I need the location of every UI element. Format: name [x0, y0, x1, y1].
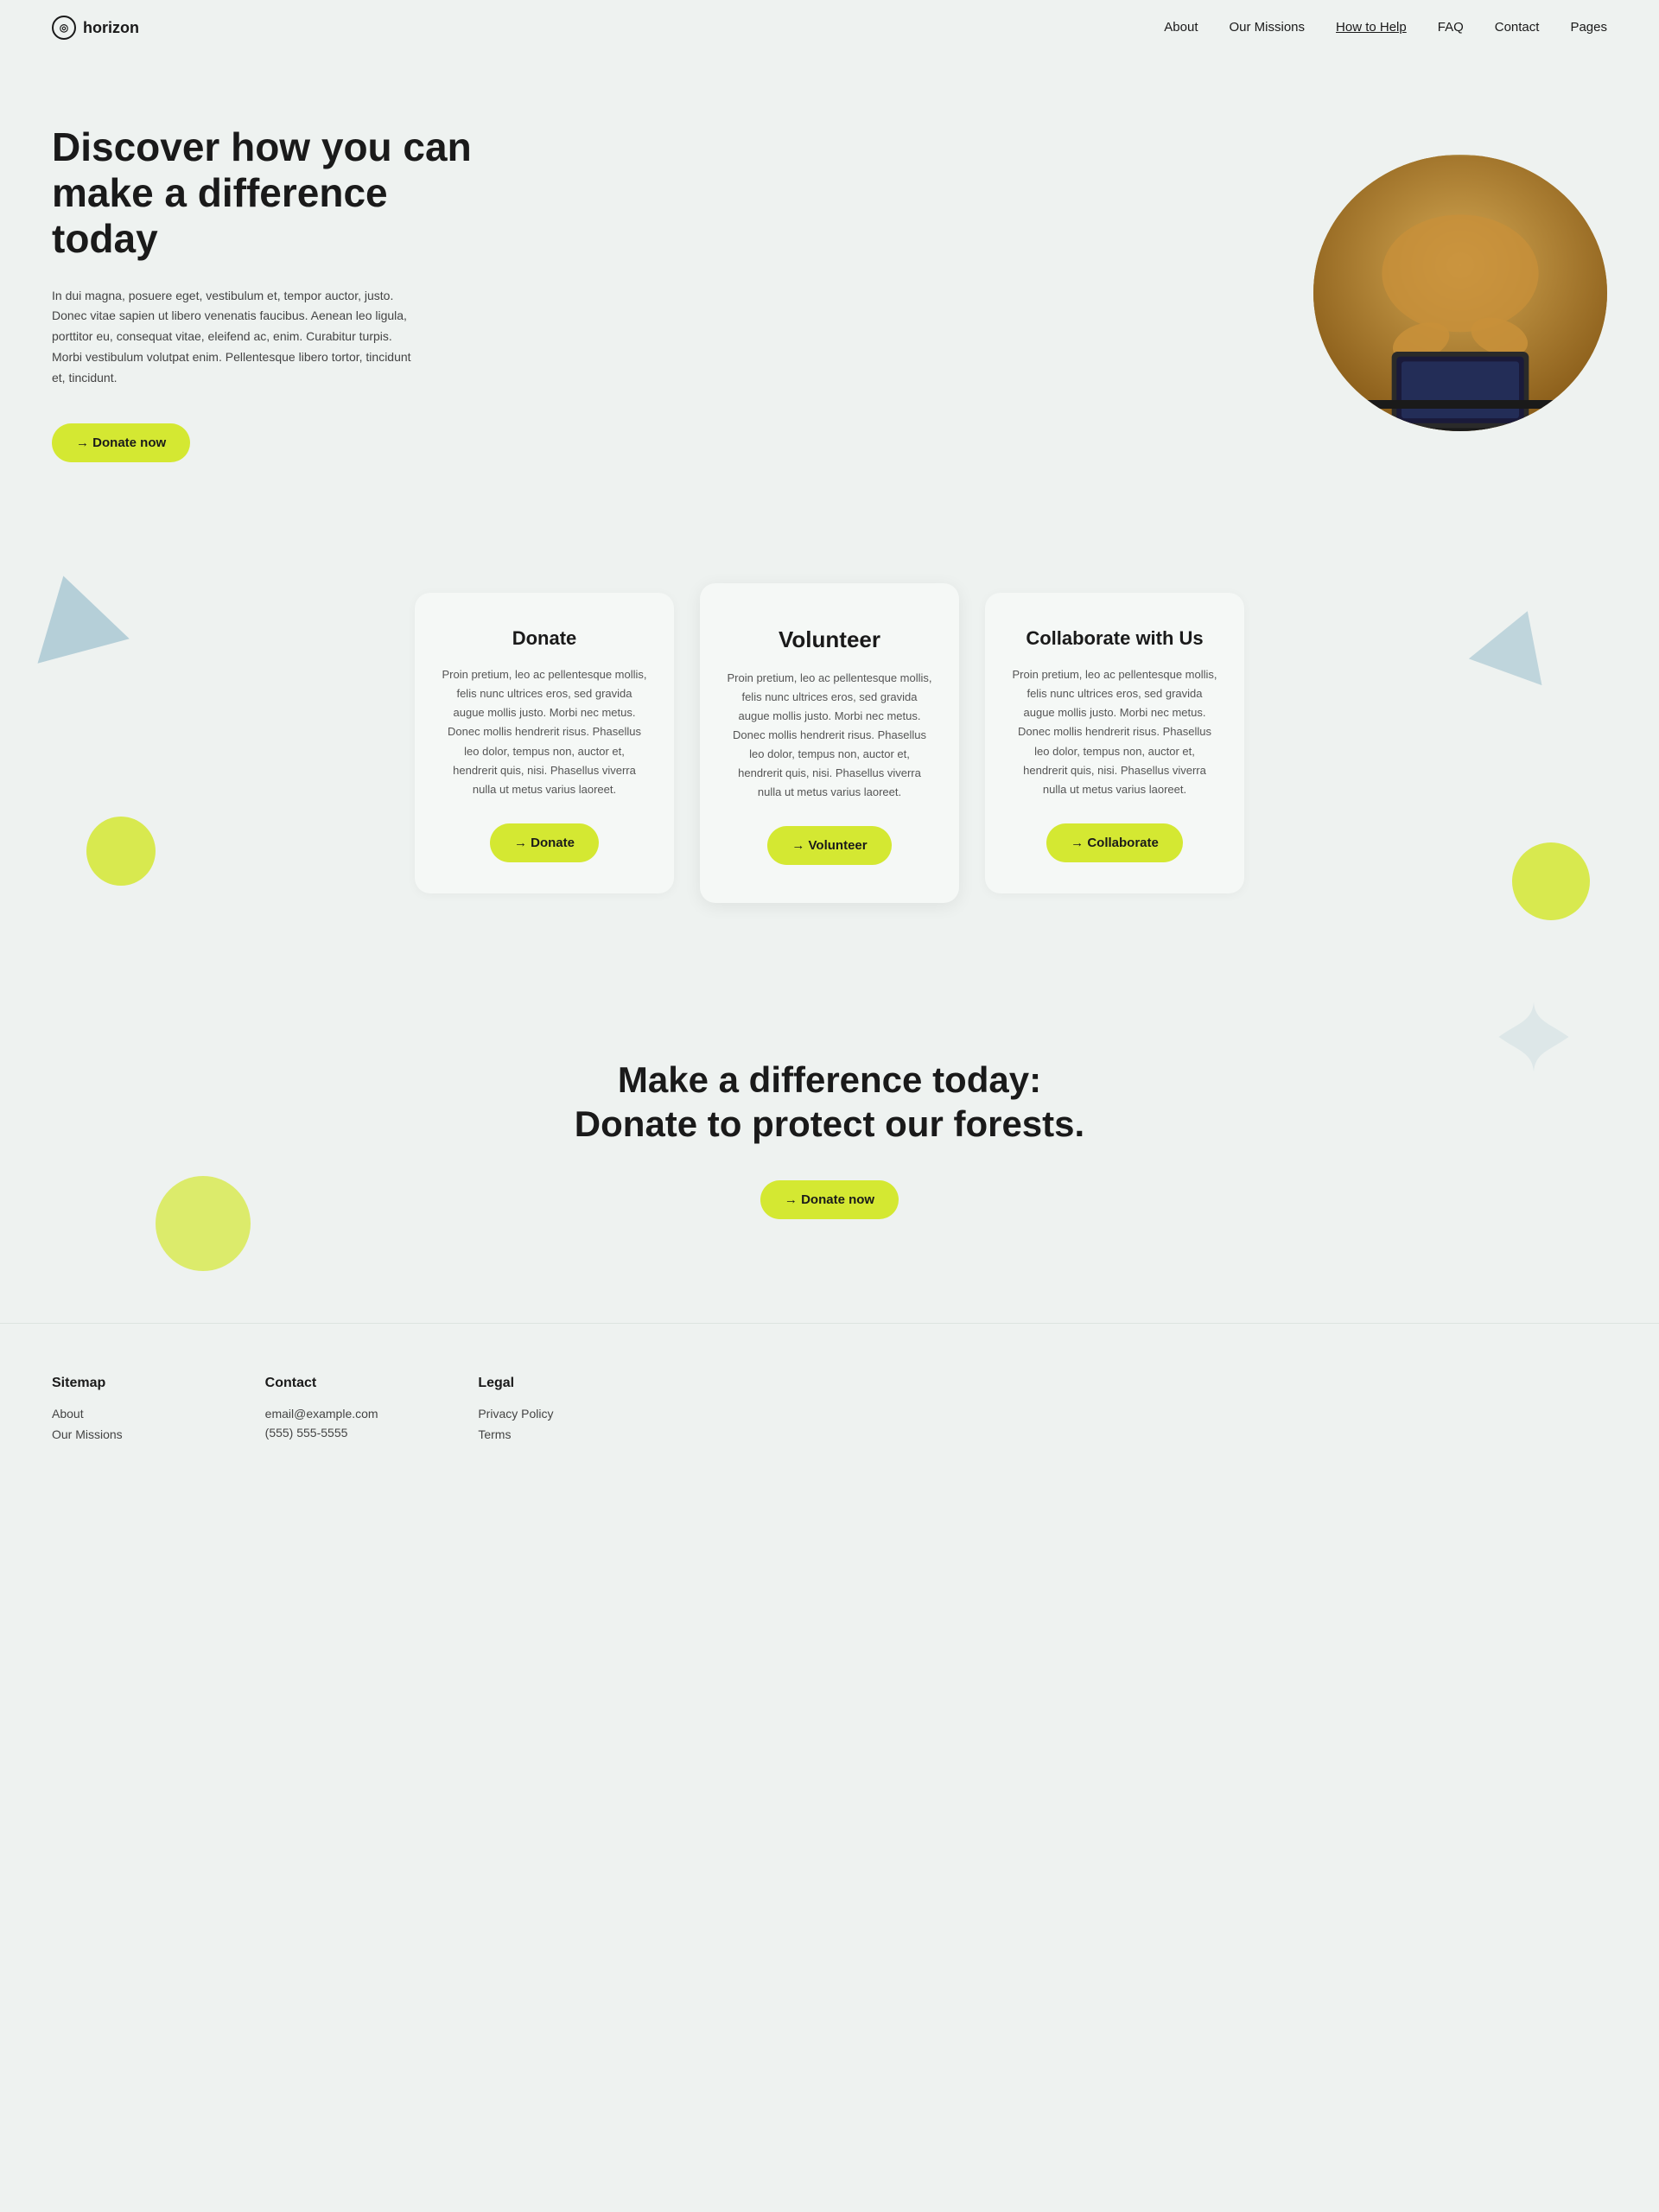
deco-circle-yellow-left: [86, 817, 156, 886]
footer-contact-title: Contact: [265, 1376, 444, 1391]
nav-our-missions[interactable]: Our Missions: [1230, 20, 1306, 35]
deco-triangle-right: [1469, 598, 1564, 685]
logo-icon: ◎: [52, 16, 76, 40]
footer-privacy-policy[interactable]: Privacy Policy: [478, 1407, 657, 1421]
hero-section: Discover how you can make a difference t…: [0, 55, 1659, 531]
footer-contact-phone: (555) 555-5555: [265, 1426, 444, 1440]
deco-circle-yellow-banner: [156, 1176, 251, 1271]
card-volunteer-title: Volunteer: [726, 626, 933, 653]
nav-links: About Our Missions How to Help FAQ Conta…: [1164, 20, 1607, 35]
cta-banner-title: Make a difference today: Donate to prote…: [52, 1058, 1607, 1146]
card-volunteer-desc: Proin pretium, leo ac pellentesque molli…: [726, 669, 933, 803]
footer-sitemap-about[interactable]: About: [52, 1407, 231, 1421]
hero-image: [1313, 155, 1607, 431]
nav-contact[interactable]: Contact: [1495, 20, 1540, 35]
nav-faq[interactable]: FAQ: [1438, 20, 1464, 35]
card-collaborate-cta[interactable]: → Collaborate: [1046, 823, 1183, 862]
footer-contact-email: email@example.com: [265, 1407, 444, 1421]
logo[interactable]: ◎ horizon: [52, 16, 139, 40]
card-donate-title: Donate: [441, 627, 648, 650]
logo-text: horizon: [83, 19, 139, 37]
card-donate: Donate Proin pretium, leo ac pellentesqu…: [415, 593, 674, 893]
footer-sitemap: Sitemap About Our Missions: [52, 1376, 231, 1448]
cta-banner: Make a difference today: Donate to prote…: [0, 972, 1659, 1323]
card-donate-desc: Proin pretium, leo ac pellentesque molli…: [441, 665, 648, 799]
cta-banner-button[interactable]: → Donate now: [760, 1180, 899, 1219]
nav-about[interactable]: About: [1164, 20, 1198, 35]
footer-contact: Contact email@example.com (555) 555-5555: [265, 1376, 444, 1448]
footer-grid: Sitemap About Our Missions Contact email…: [52, 1376, 657, 1448]
cards-grid: Donate Proin pretium, leo ac pellentesqu…: [415, 583, 1244, 904]
footer: Sitemap About Our Missions Contact email…: [0, 1323, 1659, 1483]
deco-star-icon: [1495, 998, 1573, 1076]
card-collaborate-desc: Proin pretium, leo ac pellentesque molli…: [1011, 665, 1218, 799]
card-donate-cta[interactable]: → Donate: [490, 823, 599, 862]
navbar: ◎ horizon About Our Missions How to Help…: [0, 0, 1659, 55]
hero-cta-button[interactable]: → Donate now: [52, 423, 190, 462]
hero-image-inner: [1313, 155, 1607, 431]
card-collaborate-title: Collaborate with Us: [1011, 627, 1218, 650]
card-volunteer: Volunteer Proin pretium, leo ac pellente…: [700, 583, 959, 904]
footer-sitemap-title: Sitemap: [52, 1376, 231, 1391]
footer-terms[interactable]: Terms: [478, 1427, 657, 1441]
deco-circle-yellow-right: [1512, 842, 1590, 920]
card-collaborate: Collaborate with Us Proin pretium, leo a…: [985, 593, 1244, 893]
nav-how-to-help[interactable]: How to Help: [1336, 20, 1407, 35]
hero-text: Discover how you can make a difference t…: [52, 124, 501, 462]
card-volunteer-cta[interactable]: → Volunteer: [767, 826, 891, 865]
nav-pages[interactable]: Pages: [1570, 20, 1607, 35]
deco-triangle-left: [17, 563, 130, 663]
footer-legal: Legal Privacy Policy Terms: [478, 1376, 657, 1448]
footer-legal-title: Legal: [478, 1376, 657, 1391]
footer-sitemap-missions[interactable]: Our Missions: [52, 1427, 231, 1441]
cards-section: Donate Proin pretium, leo ac pellentesqu…: [0, 531, 1659, 973]
hero-title: Discover how you can make a difference t…: [52, 124, 501, 262]
hero-description: In dui magna, posuere eget, vestibulum e…: [52, 286, 415, 389]
